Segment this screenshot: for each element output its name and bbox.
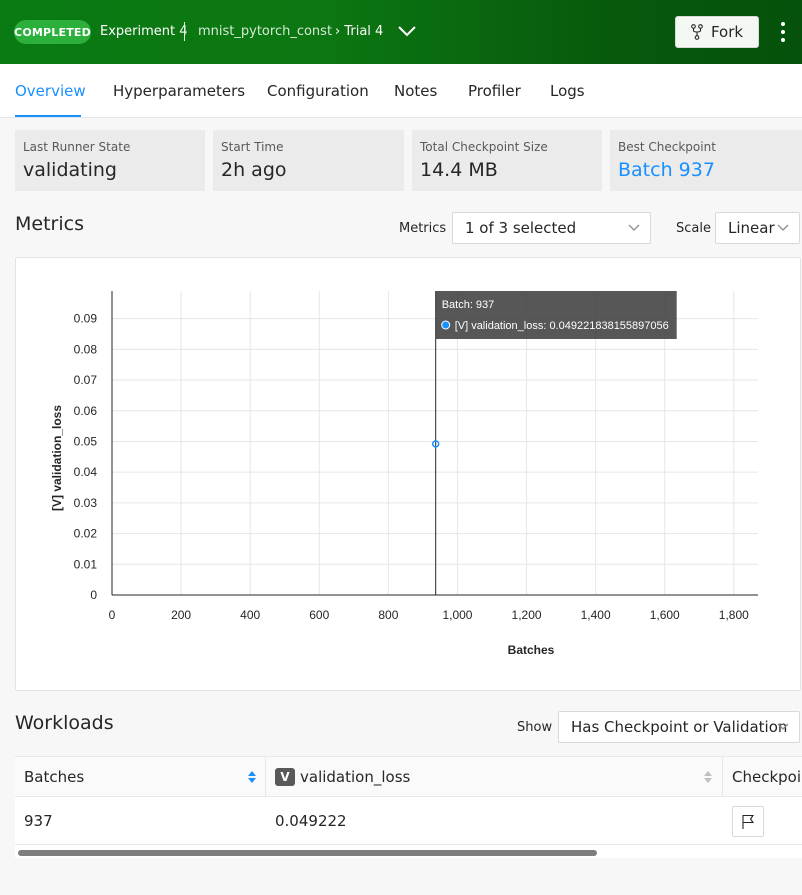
y-tick-label: 0.05 (74, 434, 98, 448)
tab-notes[interactable]: Notes (394, 82, 437, 100)
y-tick-label: 0.02 (74, 527, 98, 541)
x-tick-label: 1,400 (581, 608, 611, 622)
y-tick-label: 0.04 (74, 465, 98, 479)
card-last-runner-state: Last Runner State validating (15, 130, 205, 191)
fork-button[interactable]: Fork (675, 16, 759, 48)
breadcrumb-experiment[interactable]: Experiment 4 (100, 24, 188, 40)
column-header-label: Checkpoint (732, 767, 802, 786)
tab-profiler[interactable]: Profiler (468, 82, 521, 100)
column-header-batches[interactable]: Batches (15, 757, 266, 797)
y-tick-label: 0.01 (74, 557, 98, 571)
x-tick-label: 600 (309, 608, 329, 622)
tooltip-series-marker (441, 320, 451, 330)
x-tick-label: 1,000 (442, 608, 472, 622)
best-checkpoint-link[interactable]: Batch 937 (618, 159, 715, 181)
column-header-label: validation_loss (300, 767, 411, 786)
chevron-right-icon: › (335, 24, 341, 39)
y-tick-label: 0.09 (74, 312, 98, 326)
column-header-validation-loss[interactable]: V validation_loss (266, 757, 723, 797)
chevron-down-icon[interactable] (397, 23, 417, 39)
scrollbar-thumb[interactable] (18, 850, 597, 856)
validation-badge: V (275, 767, 295, 786)
chevron-down-icon (777, 224, 789, 231)
x-tick-label: 400 (240, 608, 260, 622)
card-value: 14.4 MB (420, 159, 498, 181)
active-tab-indicator (15, 115, 81, 117)
tab-bar: Overview Hyperparameters Configuration N… (0, 64, 802, 118)
metrics-label: Metrics (399, 221, 447, 236)
workload-filter-select[interactable]: Has Checkpoint or Validation (558, 711, 800, 743)
checkpoint-button[interactable] (732, 806, 764, 837)
x-tick-label: 1,800 (719, 608, 749, 622)
breadcrumb-trial: › Trial 4 (335, 24, 383, 40)
card-best-checkpoint: Best Checkpoint Batch 937 (610, 130, 802, 191)
tab-configuration[interactable]: Configuration (267, 82, 369, 100)
card-label: Start Time (221, 140, 284, 154)
metrics-select[interactable]: 1 of 3 selected (452, 212, 651, 244)
metrics-chart[interactable]: 0 200 400 600 800 1,000 1,200 1,400 1,600 1,800 0 0… (15, 257, 801, 691)
y-tick-label: 0 (90, 588, 97, 602)
trial-header: COMPLETED Experiment 4 mnist_pytorch_con… (0, 0, 802, 64)
workloads-table: Batches V validation_loss Checkpoint 937… (15, 756, 802, 858)
y-tick-label: 0.08 (74, 342, 98, 356)
card-label: Best Checkpoint (618, 140, 716, 154)
tab-logs[interactable]: Logs (550, 82, 585, 100)
sort-icon[interactable] (247, 769, 257, 785)
x-tick-label: 800 (378, 608, 398, 622)
trial-label: Trial 4 (344, 24, 384, 39)
breadcrumb-project[interactable]: mnist_pytorch_const (198, 24, 332, 40)
scale-select-value: Linear (728, 219, 775, 237)
tooltip-title: Batch: 937 (442, 299, 495, 311)
card-start-time: Start Time 2h ago (213, 130, 404, 191)
y-tick-label: 0.07 (74, 373, 98, 387)
more-options-icon[interactable] (776, 20, 790, 44)
x-tick-label: 1,200 (512, 608, 542, 622)
workload-filter-value: Has Checkpoint or Validation (571, 718, 788, 736)
tab-overview[interactable]: Overview (15, 82, 86, 100)
flag-icon (742, 814, 755, 829)
x-tick-label: 1,600 (650, 608, 680, 622)
metrics-chart-svg[interactable]: 0 200 400 600 800 1,000 1,200 1,400 1,600 1,800 0 0… (16, 258, 802, 692)
status-badge: COMPLETED (14, 20, 91, 44)
sort-icon[interactable] (703, 769, 713, 785)
scale-select[interactable]: Linear (715, 212, 800, 244)
fork-icon (691, 24, 703, 40)
column-header-checkpoint[interactable]: Checkpoint (723, 757, 802, 797)
table-cell-validation-loss: 0.049222 (266, 798, 723, 845)
chevron-down-icon (628, 224, 640, 231)
y-tick-label: 0.03 (74, 496, 98, 510)
table-cell-batches: 937 (15, 798, 266, 845)
show-label: Show (517, 720, 553, 735)
card-total-checkpoint-size: Total Checkpoint Size 14.4 MB (412, 130, 602, 191)
card-value: validating (23, 159, 117, 181)
tooltip-entry: [V] validation_loss: 0.04922183815589705… (455, 320, 669, 332)
scale-label: Scale (676, 221, 711, 236)
x-axis-label: Batches (508, 643, 555, 657)
card-value: 2h ago (221, 159, 287, 181)
card-label: Total Checkpoint Size (420, 140, 548, 154)
column-header-label: Batches (24, 767, 85, 786)
metrics-select-value: 1 of 3 selected (465, 219, 577, 237)
metrics-title: Metrics (15, 213, 84, 235)
tab-hyperparameters[interactable]: Hyperparameters (113, 82, 245, 100)
y-axis-label: [V] validation_loss (50, 405, 64, 511)
fork-label: Fork (710, 23, 744, 41)
x-tick-label: 0 (109, 608, 116, 622)
card-label: Last Runner State (23, 140, 131, 154)
breadcrumb-divider (184, 22, 185, 41)
chevron-down-icon (777, 723, 789, 730)
workloads-title: Workloads (15, 712, 114, 734)
y-tick-label: 0.06 (74, 404, 98, 418)
x-tick-label: 200 (171, 608, 191, 622)
